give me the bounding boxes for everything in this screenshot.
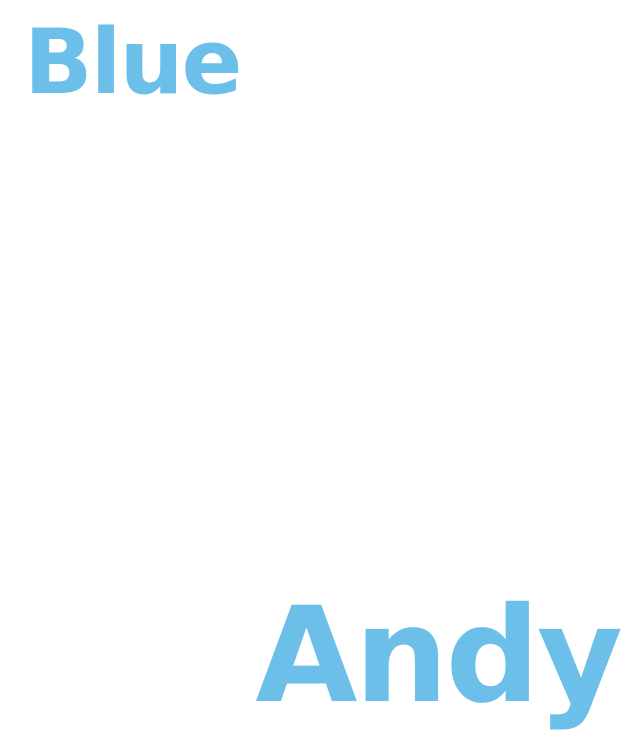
word-andy: Andy [255, 579, 623, 733]
word-blue: Blue [24, 10, 243, 115]
